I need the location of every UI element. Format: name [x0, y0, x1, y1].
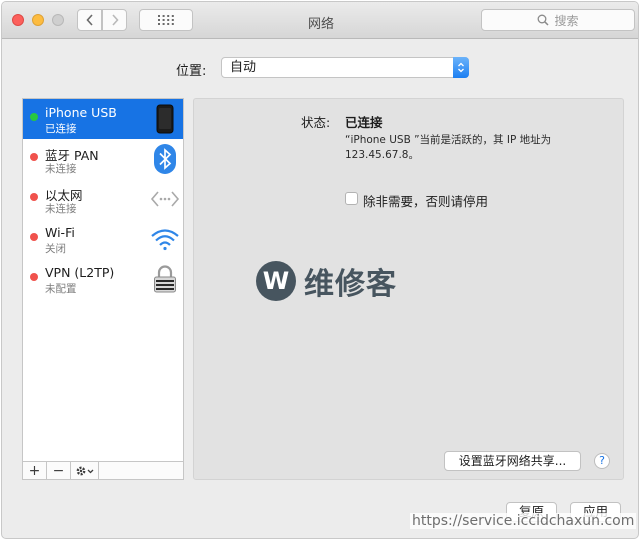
status-dot	[30, 113, 38, 121]
gear-icon	[76, 466, 93, 475]
service-list: iPhone USB 已连接 蓝牙 PAN 未连接 以太网 未连接 Wi-Fi	[22, 98, 184, 463]
action-menu-button[interactable]	[71, 462, 99, 479]
bluetooth-share-button[interactable]: 设置蓝牙网络共享...	[444, 451, 581, 471]
updown-chevron-icon	[453, 57, 469, 78]
add-service-button[interactable]: +	[23, 462, 47, 479]
service-status: 关闭	[45, 243, 66, 255]
brand-watermark: W 维修客	[256, 259, 397, 303]
iphone-icon	[149, 103, 181, 135]
remove-service-button[interactable]: −	[47, 462, 71, 479]
status-description: “iPhone USB ”当前是活跃的，其 IP 地址为 123.45.67.8…	[345, 134, 552, 161]
service-list-toolbar: + −	[22, 461, 184, 480]
help-button[interactable]: ?	[594, 453, 610, 469]
service-item-iphone-usb[interactable]: iPhone USB 已连接	[23, 99, 183, 139]
service-status: 已连接	[45, 123, 77, 135]
url-watermark: https://service.iccidchaxun.com	[410, 513, 637, 529]
service-name: iPhone USB	[45, 105, 117, 120]
service-item-vpn[interactable]: VPN (L2TP) 未配置	[23, 259, 183, 299]
service-item-wifi[interactable]: Wi-Fi 关闭	[23, 219, 183, 259]
service-name: Wi-Fi	[45, 225, 75, 240]
location-label: 位置:	[176, 64, 207, 79]
status-dot	[30, 153, 38, 161]
status-dot	[30, 193, 38, 201]
brand-name: 维修客	[304, 267, 397, 302]
brand-logo: W	[256, 261, 296, 301]
service-status: 未配置	[45, 283, 77, 295]
title-bar: 网络 搜索	[2, 2, 638, 39]
service-item-bluetooth-pan[interactable]: 蓝牙 PAN 未连接	[23, 139, 183, 179]
service-status: 未连接	[45, 203, 77, 215]
disable-unless-needed-checkbox[interactable]	[345, 192, 358, 205]
service-item-ethernet[interactable]: 以太网 未连接	[23, 179, 183, 219]
status-label: 状态:	[301, 115, 331, 130]
status-value: 已连接	[345, 115, 383, 130]
service-name: VPN (L2TP)	[45, 265, 115, 280]
search-placeholder: 搜索	[554, 13, 579, 28]
search-icon	[538, 14, 550, 26]
ethernet-icon	[149, 183, 181, 215]
disable-unless-needed-label[interactable]: 除非需要，否则请停用	[363, 191, 488, 210]
location-value: 自动	[230, 60, 257, 75]
bluetooth-icon	[149, 143, 181, 175]
status-dot	[30, 233, 38, 241]
location-select[interactable]: 自动	[221, 57, 469, 78]
vpn-lock-icon	[149, 263, 181, 295]
wifi-icon	[149, 223, 181, 255]
search-field[interactable]: 搜索	[481, 9, 635, 31]
status-dot	[30, 273, 38, 281]
service-status: 未连接	[45, 163, 77, 175]
